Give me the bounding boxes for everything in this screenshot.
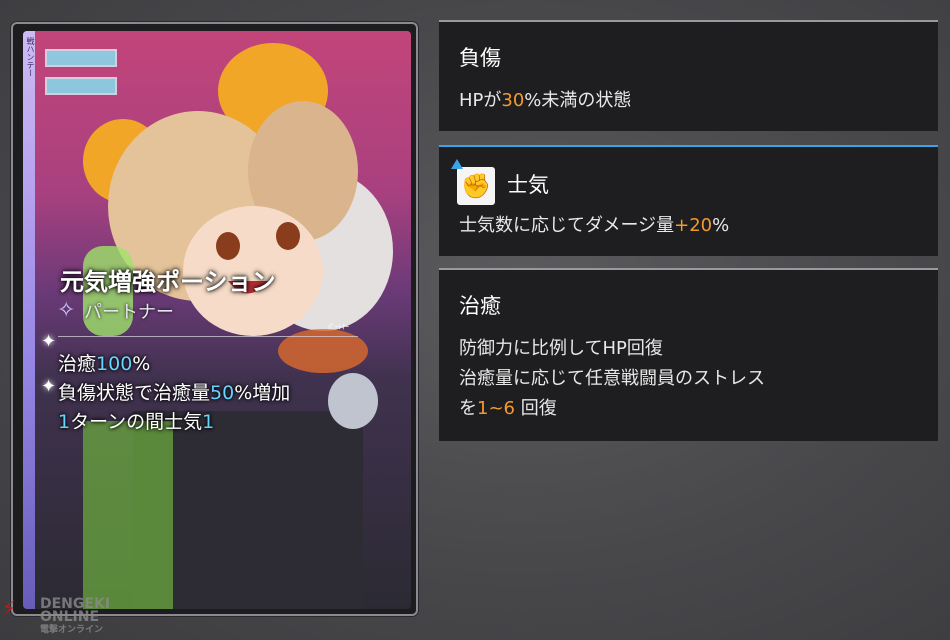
panel-body: 防御力に比例してHP回復 治癒量に応じて任意戦闘員のストレス を1~6 回復 xyxy=(459,334,765,424)
raised-fist-icon: ✊ xyxy=(457,167,495,205)
panel-title: 負傷 xyxy=(459,46,501,70)
buff-indicator-icon xyxy=(451,159,463,169)
panel-body-line: 治癒量に応じて任意戦闘員のストレス xyxy=(459,368,765,389)
panel-body: 士気数に応じてダメージ量+20% xyxy=(459,215,730,236)
panel-body-line: を1~6 回復 xyxy=(459,398,557,419)
keyword-panel-morale: ✊ 士気 士気数に応じてダメージ量+20% xyxy=(439,145,938,256)
panel-title: 治癒 xyxy=(459,294,501,318)
card-role-tag: ﾊﾟｰﾄﾅｰ xyxy=(328,323,349,331)
card-role: パートナー xyxy=(84,302,174,323)
panel-body: HPが30%未満の状態 xyxy=(459,90,632,111)
card-desc-line-1: 治癒100% xyxy=(58,353,151,375)
card-art[interactable]: 戦ハンテー ✦ ✦ xyxy=(23,31,411,609)
card-desc-line-3: 1ターンの間士気1 xyxy=(58,411,215,433)
character-illustration xyxy=(83,43,393,609)
keyword-panel-heal: 治癒 防御力に比例してHP回復 治癒量に応じて任意戦闘員のストレス を1~6 回… xyxy=(439,268,938,441)
card-divider xyxy=(58,336,358,337)
partner-role-icon: ✧ xyxy=(57,298,76,323)
watermark-line: 電撃オンライン xyxy=(40,625,104,635)
card-description: 治癒100% 負傷状態で治癒量50%増加 1ターンの間士気1 xyxy=(58,350,290,437)
keyword-panel-injury: 負傷 HPが30%未満の状態 xyxy=(439,20,938,131)
sparkle-icon: ✦ xyxy=(41,376,57,397)
card-desc-line-2: 負傷状態で治癒量50%増加 xyxy=(58,382,291,404)
panel-title: 士気 xyxy=(507,173,549,197)
sparkle-icon: ✦ xyxy=(41,331,57,352)
watermark-logo-icon: ⚡ xyxy=(2,596,17,620)
watermark-line: ONLINE xyxy=(40,609,100,625)
card-name: 元気増強ポーション xyxy=(60,268,276,296)
panel-body-line: 防御力に比例してHP回復 xyxy=(459,338,663,359)
